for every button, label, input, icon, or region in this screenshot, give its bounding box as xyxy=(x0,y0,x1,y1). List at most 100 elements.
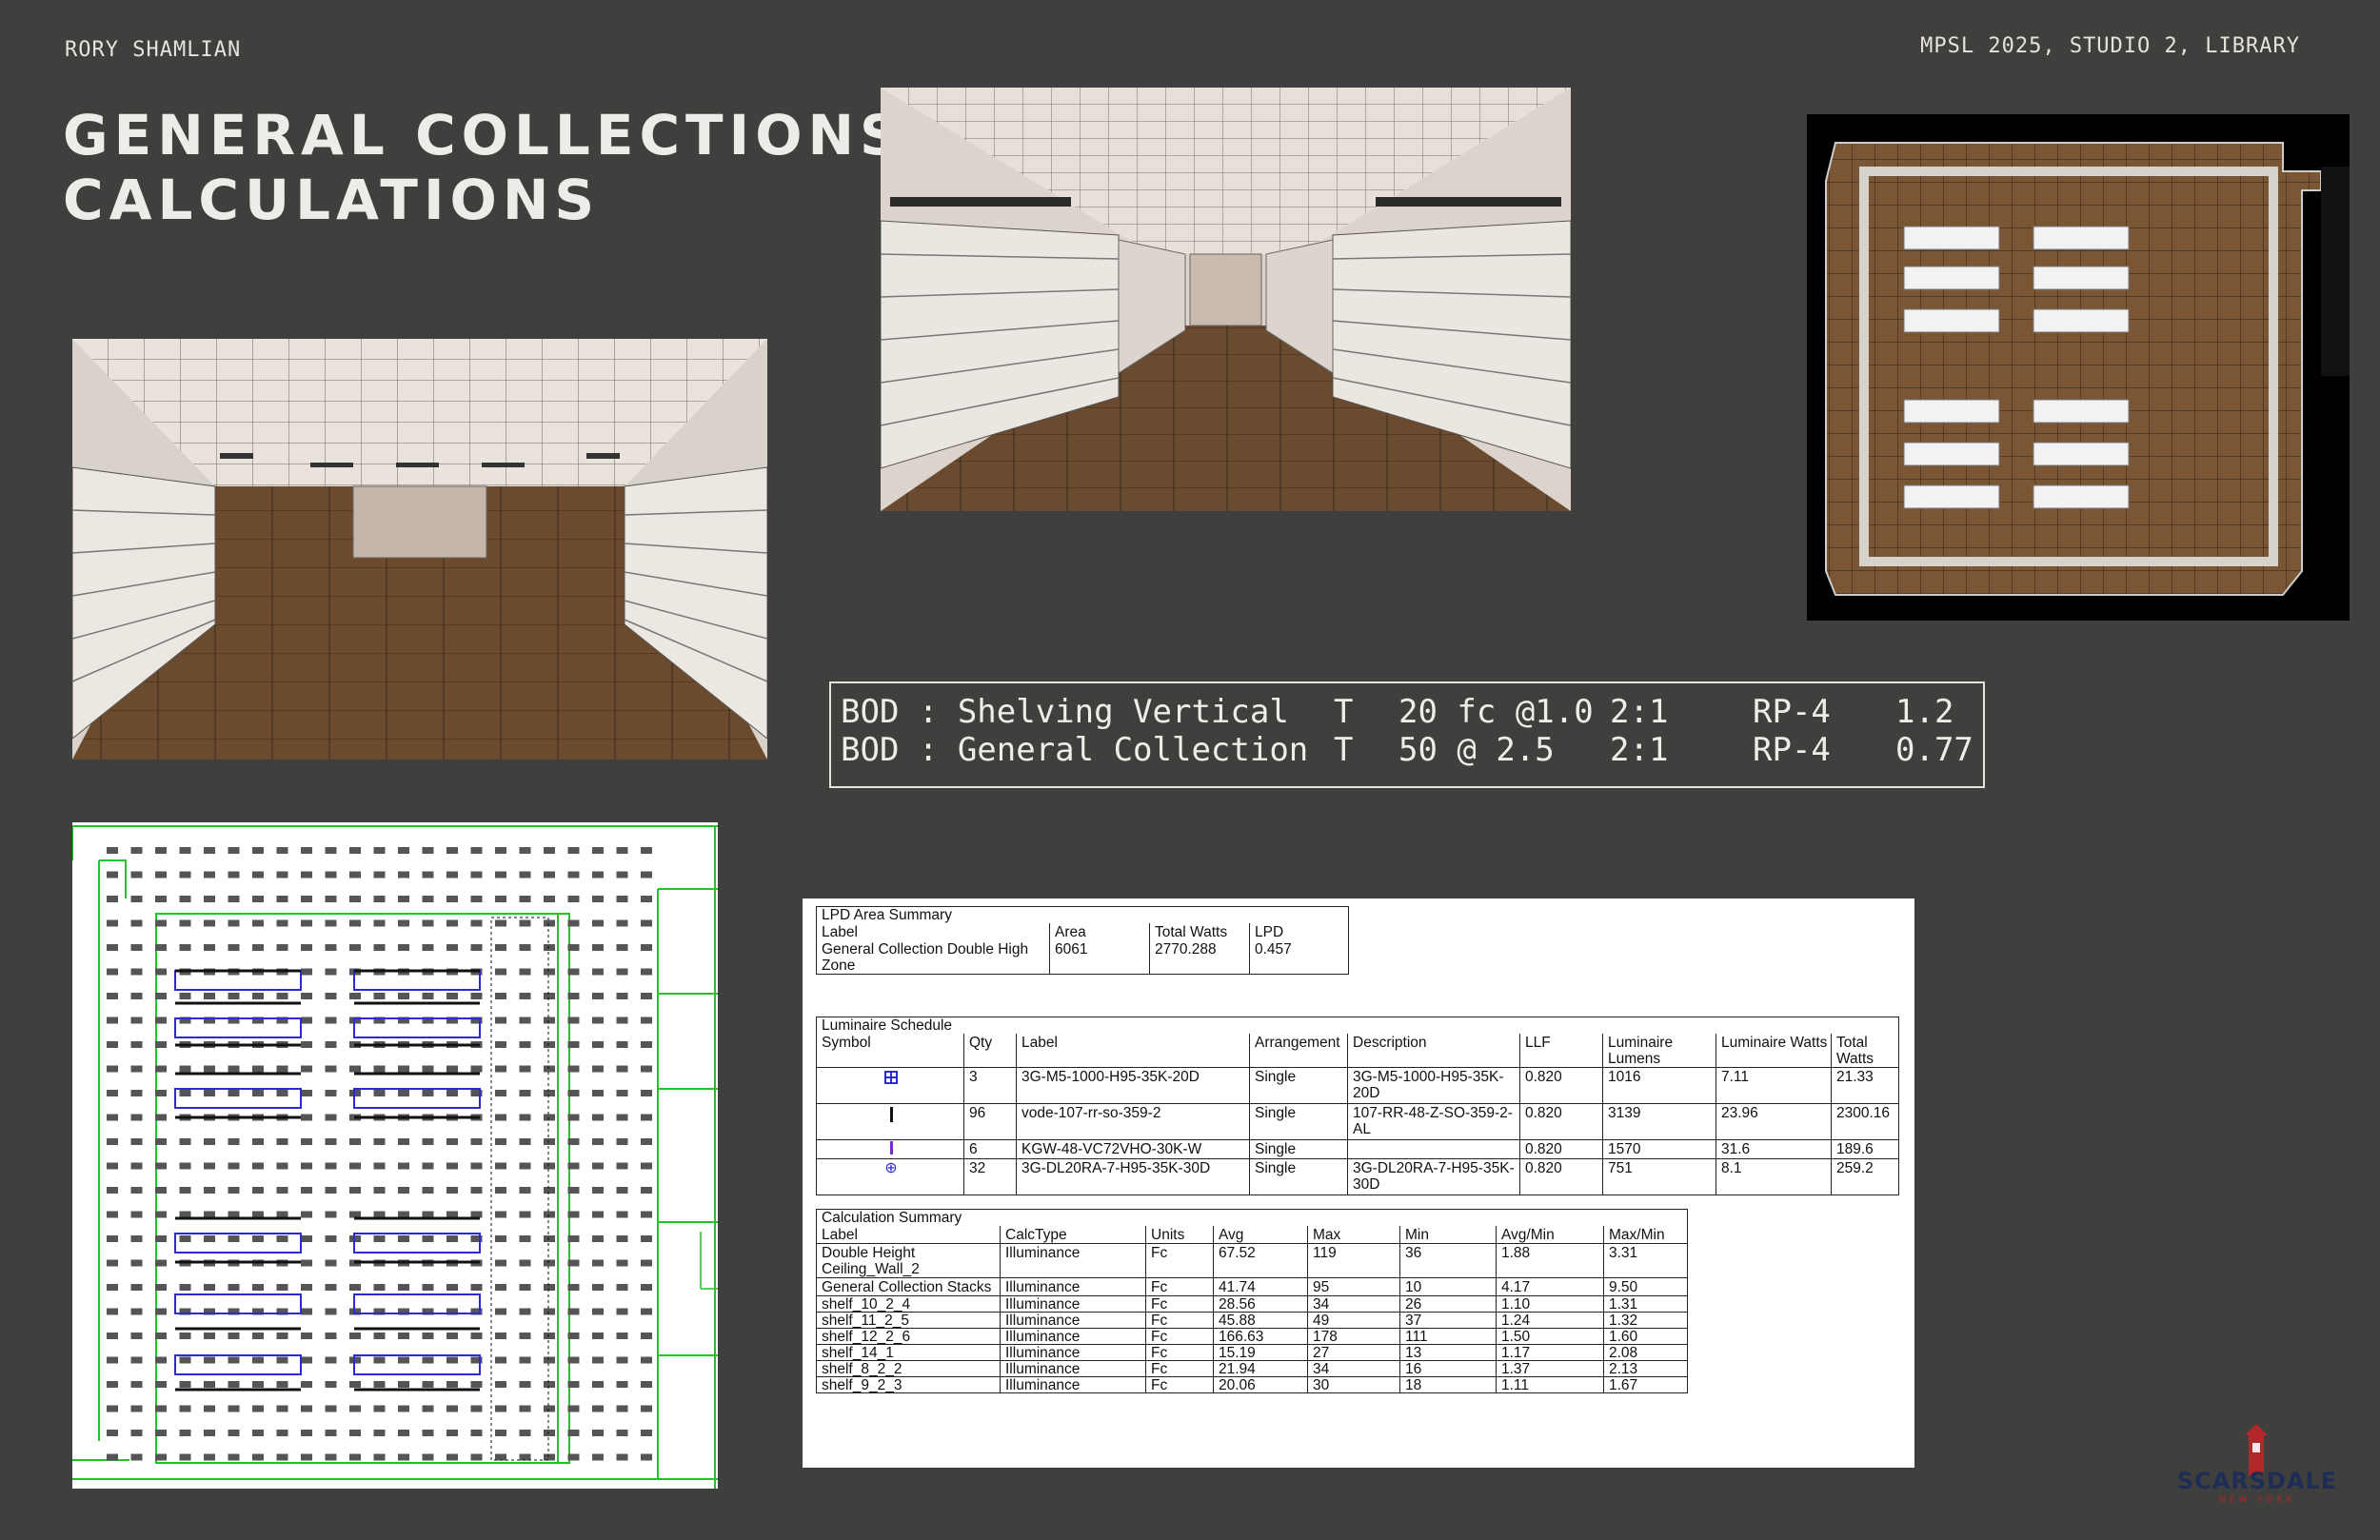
calc-point-marker xyxy=(446,944,458,951)
calc-point-marker xyxy=(204,896,215,902)
calc-point-marker xyxy=(446,1356,458,1364)
table-caption: LPD Area Summary xyxy=(816,906,1349,923)
calc-point-marker xyxy=(592,1405,604,1412)
calc-point-marker xyxy=(325,919,337,927)
calc-point-marker xyxy=(373,1284,386,1291)
calc-point-marker xyxy=(276,1162,288,1170)
luminaire-schedule-table: Luminaire Schedule Symbol Qty Label Arra… xyxy=(816,1017,1899,1195)
calc-point-marker xyxy=(470,871,483,879)
calc-point-marker xyxy=(592,1259,604,1267)
calc-point-marker xyxy=(641,1235,652,1242)
calc-point-marker xyxy=(641,1090,652,1096)
calc-point-marker xyxy=(179,1405,191,1412)
bod-label: BOD : General Collection xyxy=(841,731,1309,769)
calc-point-marker xyxy=(616,1162,628,1170)
calc-point-marker xyxy=(252,1187,264,1194)
calc-point-marker xyxy=(373,1356,386,1364)
calc-point-marker xyxy=(252,1138,264,1145)
calc-point-marker xyxy=(544,1017,555,1024)
calc-point-marker xyxy=(301,1381,312,1388)
calc-point-marker xyxy=(567,1333,580,1339)
calc-point-marker xyxy=(495,1333,506,1339)
calc-point-marker xyxy=(567,871,580,879)
calc-point-marker xyxy=(544,1405,555,1412)
author-name: RORY SHAMLIAN xyxy=(65,38,242,62)
calc-point-marker xyxy=(130,1138,143,1145)
calc-point-marker xyxy=(641,1114,652,1121)
calc-point-marker xyxy=(252,847,264,854)
calc-point-marker xyxy=(641,871,652,879)
calc-point-marker xyxy=(616,968,628,976)
calc-point-marker xyxy=(325,944,337,951)
calc-point-marker xyxy=(107,1065,118,1073)
calc-point-marker xyxy=(446,1235,458,1242)
calc-point-marker xyxy=(544,847,555,854)
calc-point-marker xyxy=(495,1235,506,1242)
table-cell: 32 xyxy=(963,1158,1017,1195)
plan-render-image xyxy=(1807,114,2350,621)
calc-point-marker xyxy=(470,1187,483,1194)
calc-point-marker xyxy=(470,1381,483,1388)
calc-point-marker xyxy=(544,1284,555,1291)
calc-point-marker xyxy=(592,1114,604,1121)
calc-point-marker xyxy=(107,968,118,976)
calc-point-marker xyxy=(349,1138,361,1145)
calc-point-marker xyxy=(252,919,264,927)
calc-point-marker xyxy=(567,1017,580,1024)
calc-point-marker xyxy=(567,1284,580,1291)
calc-point-marker xyxy=(446,1453,458,1461)
wall-grazer-symbol-icon xyxy=(889,1141,893,1155)
calc-point-marker xyxy=(592,1381,604,1388)
calc-point-marker xyxy=(155,847,167,854)
calc-point-marker xyxy=(325,847,337,854)
title-line-1: GENERAL COLLECTIONS xyxy=(63,103,905,168)
calc-point-marker xyxy=(495,919,506,927)
table-cell: shelf_10_2_4 xyxy=(816,1295,1001,1313)
calc-point-marker xyxy=(616,1187,628,1194)
aisle-render-wide-image xyxy=(72,339,767,760)
calc-point-marker xyxy=(422,1381,434,1388)
calc-point-marker xyxy=(495,1284,506,1291)
calc-point-marker xyxy=(155,1284,167,1291)
table-row: shelf_8_2_2 Illuminance Fc 21.94 34 16 1.37 2.1… xyxy=(816,1360,1688,1377)
table-cell: 3G-DL20RA-7-H95-35K-30D xyxy=(1347,1158,1520,1195)
calc-point-marker xyxy=(616,1356,628,1364)
calc-point-marker xyxy=(544,919,555,927)
calc-point-marker xyxy=(325,1114,337,1121)
table-row: 96 vode-107-rr-so-359-2 Single 107-RR-48… xyxy=(816,1103,1899,1140)
column-header: Description xyxy=(1347,1034,1520,1068)
calc-point-marker xyxy=(422,1138,434,1145)
calc-point-marker xyxy=(349,871,361,879)
page-title: GENERAL COLLECTIONS CALCULATIONS xyxy=(63,103,905,232)
calc-point-marker xyxy=(470,944,483,951)
symbol-cell xyxy=(816,1103,964,1140)
calc-point-marker xyxy=(155,1090,167,1096)
table-cell: General Collection Double High Zone xyxy=(816,940,1050,975)
calc-point-marker xyxy=(446,1065,458,1073)
calc-point-marker xyxy=(544,1235,555,1242)
calc-point-marker xyxy=(373,919,386,927)
calc-point-marker xyxy=(446,1162,458,1170)
calc-point-marker xyxy=(179,1090,191,1096)
table-cell: Fc xyxy=(1145,1295,1214,1313)
calc-point-marker xyxy=(276,1381,288,1388)
table-cell: 119 xyxy=(1307,1243,1400,1278)
calc-point-marker xyxy=(544,1211,555,1218)
calc-point-marker xyxy=(616,1017,628,1024)
table-cell: shelf_8_2_2 xyxy=(816,1360,1001,1377)
table-cell: 6 xyxy=(963,1139,1017,1159)
calc-point-marker xyxy=(398,1405,409,1412)
calc-point-marker xyxy=(373,1381,386,1388)
bod-value: 0.77 xyxy=(1895,731,1973,769)
calc-point-marker xyxy=(349,847,361,854)
calc-point-marker xyxy=(373,1211,386,1218)
calc-point-marker xyxy=(641,1356,652,1364)
calc-point-marker xyxy=(519,1114,531,1121)
calc-point-marker xyxy=(301,1453,312,1461)
calc-point-marker xyxy=(446,1284,458,1291)
calc-point-marker xyxy=(641,1430,652,1436)
table-cell: 189.6 xyxy=(1831,1139,1899,1159)
calc-point-marker xyxy=(276,944,288,951)
calc-point-marker xyxy=(155,896,167,902)
lpd-area-summary-table: LPD Area Summary Label Area Total Watts … xyxy=(816,906,1349,975)
